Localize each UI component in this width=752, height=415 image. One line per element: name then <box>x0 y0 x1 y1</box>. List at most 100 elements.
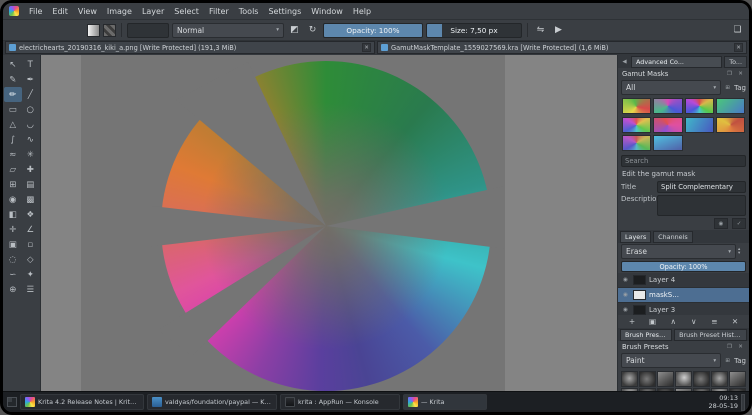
menu-image[interactable]: Image <box>102 6 137 17</box>
clock[interactable]: 09:13 28-05-19 <box>708 394 738 411</box>
select-shapes-tool-icon[interactable]: ↖ <box>4 57 22 72</box>
gamut-tag-filter-combo[interactable]: All ▾ <box>621 80 722 95</box>
canvas-document[interactable] <box>81 55 505 391</box>
document-tab-2[interactable]: GamutMaskTemplate_1559027569.kra [Write … <box>377 41 747 54</box>
canvas-viewport[interactable] <box>41 55 617 391</box>
dynamic-brush-tool-icon[interactable]: ≈ <box>4 147 22 162</box>
bezier-curve-tool-icon[interactable]: ∫ <box>4 132 22 147</box>
tag-grid-icon[interactable]: ⊞ <box>723 83 732 92</box>
gamut-mask-thumbnail[interactable] <box>653 116 683 133</box>
taskbar-item-konsole[interactable]: krita : AppRun — Konsole <box>280 394 400 410</box>
menu-help[interactable]: Help <box>348 6 376 17</box>
blending-mode-combo[interactable]: Normal ▾ <box>172 22 284 38</box>
gamut-mask-thumbnail[interactable] <box>653 98 683 114</box>
add-layer-icon[interactable]: + <box>626 316 638 327</box>
taskbar-item-krita[interactable]: — Krita <box>403 394 487 410</box>
layer-visibility-icon[interactable]: ◉ <box>621 306 630 315</box>
tab-brush-preset-history[interactable]: Brush Preset History <box>674 328 747 341</box>
choose-workspace-icon[interactable]: ❏ <box>730 23 745 38</box>
select-freehand-tool-icon[interactable]: ∽ <box>4 267 22 282</box>
color-sampler-tool-icon[interactable]: ◉ <box>4 192 22 207</box>
preset-tag-filter-combo[interactable]: Paint ▾ <box>621 353 722 368</box>
gamut-mask-thumbnail[interactable] <box>684 98 714 114</box>
layer-properties-icon[interactable]: ≡ <box>708 316 720 327</box>
brush-preset-thumbnail[interactable] <box>693 371 710 387</box>
gamut-mask-thumbnail[interactable] <box>653 135 683 152</box>
taskbar-item-paypal[interactable]: valdyas/foundation/paypal — KM... <box>147 394 277 410</box>
close-icon[interactable]: ✕ <box>362 43 371 52</box>
tab-channels[interactable]: Channels <box>653 230 693 243</box>
tab-advanced-color-selector[interactable]: Advanced Co... <box>631 55 723 68</box>
layer-opacity-slider[interactable]: Opacity: 100% <box>621 261 746 272</box>
layer-row-maskshapes[interactable]: ◉ maskS... <box>618 288 749 303</box>
move-layer-up-icon[interactable]: ∧ <box>667 316 679 327</box>
size-slider[interactable]: Size: 7,50 px <box>426 22 522 38</box>
tab-layers[interactable]: Layers <box>620 230 652 243</box>
select-rectangular-tool-icon[interactable]: ▫ <box>22 237 40 252</box>
mirror-icon[interactable]: ⇋ <box>533 23 548 38</box>
close-icon[interactable]: ✕ <box>736 342 745 351</box>
menu-settings[interactable]: Settings <box>263 6 306 17</box>
transform-tool-icon[interactable]: ▱ <box>4 162 22 177</box>
gamut-mask-thumbnail[interactable] <box>684 116 714 133</box>
duplicate-layer-icon[interactable]: ▣ <box>647 316 659 327</box>
brush-preset-thumbnail[interactable] <box>711 371 728 387</box>
menu-filter[interactable]: Filter <box>204 6 234 17</box>
zoom-tool-icon[interactable]: ⊕ <box>4 282 22 297</box>
gamut-mask-thumbnail[interactable] <box>622 98 652 114</box>
line-tool-icon[interactable]: ╱ <box>22 87 40 102</box>
close-icon[interactable]: ✕ <box>736 69 745 78</box>
brush-preset-thumbnail[interactable] <box>657 371 674 387</box>
move-layer-down-icon[interactable]: ∨ <box>688 316 700 327</box>
delete-layer-icon[interactable]: ✕ <box>729 316 741 327</box>
pan-tool-icon[interactable]: ☰ <box>22 282 40 297</box>
close-icon[interactable]: ✕ <box>734 43 743 52</box>
brush-preset-thumbnail[interactable] <box>621 371 638 387</box>
menu-layer[interactable]: Layer <box>137 6 169 17</box>
gamut-mask-thumbnail[interactable] <box>715 98 745 114</box>
mask-title-input[interactable] <box>657 181 746 193</box>
assistants-tool-icon[interactable]: ✛ <box>4 222 22 237</box>
save-mask-icon[interactable]: ✓ <box>732 218 746 229</box>
pattern-chooser-button[interactable] <box>103 23 116 37</box>
layer-visibility-icon[interactable]: ◉ <box>621 276 630 285</box>
spin-down-icon[interactable]: ▾ <box>738 251 746 256</box>
select-polygonal-tool-icon[interactable]: ◇ <box>22 252 40 267</box>
crop-tool-icon[interactable]: ⊞ <box>4 177 22 192</box>
rectangle-tool-icon[interactable]: ▭ <box>4 102 22 117</box>
opacity-slider[interactable]: Opacity: 100% <box>323 22 423 38</box>
freehand-path-tool-icon[interactable]: ∿ <box>22 132 40 147</box>
mask-description-input[interactable] <box>657 195 746 216</box>
ellipse-tool-icon[interactable]: ○ <box>22 102 40 117</box>
show-desktop-button[interactable] <box>741 393 745 411</box>
document-tab-1[interactable]: electrichearts_20190316_kiki_a.png [Writ… <box>5 41 375 54</box>
measure-tool-icon[interactable]: ∠ <box>22 222 40 237</box>
arrow-left-icon[interactable]: ◀ <box>620 57 629 66</box>
float-docker-icon[interactable]: ❐ <box>725 342 734 351</box>
text-tool-icon[interactable]: T <box>22 57 40 72</box>
gamut-mask-thumbnail[interactable] <box>622 135 652 152</box>
move-tool-icon[interactable]: ✚ <box>22 162 40 177</box>
multibrush-tool-icon[interactable]: ✳ <box>22 147 40 162</box>
select-contiguous-tool-icon[interactable]: ✦ <box>22 267 40 282</box>
taskbar-item-release-notes[interactable]: Krita 4.2 Release Notes | Krita -... <box>20 394 144 410</box>
brush-preset-selector-button[interactable] <box>127 22 169 38</box>
brush-preset-thumbnail[interactable] <box>675 371 692 387</box>
tag-grid-icon[interactable]: ⊞ <box>723 356 732 365</box>
calligraphy-tool-icon[interactable]: ✒ <box>22 72 40 87</box>
menu-window[interactable]: Window <box>306 6 348 17</box>
menu-edit[interactable]: Edit <box>47 6 73 17</box>
reload-preset-icon[interactable]: ↻ <box>305 23 320 38</box>
desktop-pager[interactable] <box>7 397 17 407</box>
reference-images-tool-icon[interactable]: ▣ <box>4 237 22 252</box>
search-input[interactable] <box>621 155 746 167</box>
polyline-tool-icon[interactable]: ◡ <box>22 117 40 132</box>
preview-mask-icon[interactable]: ◉ <box>714 218 728 229</box>
gamut-mask-thumbnail[interactable] <box>715 116 745 133</box>
layer-blending-mode-combo[interactable]: Erase ▾ <box>621 244 736 259</box>
layer-row-layer3[interactable]: ◉ Layer 3 <box>618 303 749 315</box>
brush-preset-thumbnail[interactable] <box>729 371 746 387</box>
layer-row-layer4[interactable]: ◉ Layer 4 <box>618 273 749 288</box>
tab-brush-presets[interactable]: Brush Presets <box>620 328 673 341</box>
freehand-brush-tool-icon[interactable]: ✏ <box>4 87 22 102</box>
